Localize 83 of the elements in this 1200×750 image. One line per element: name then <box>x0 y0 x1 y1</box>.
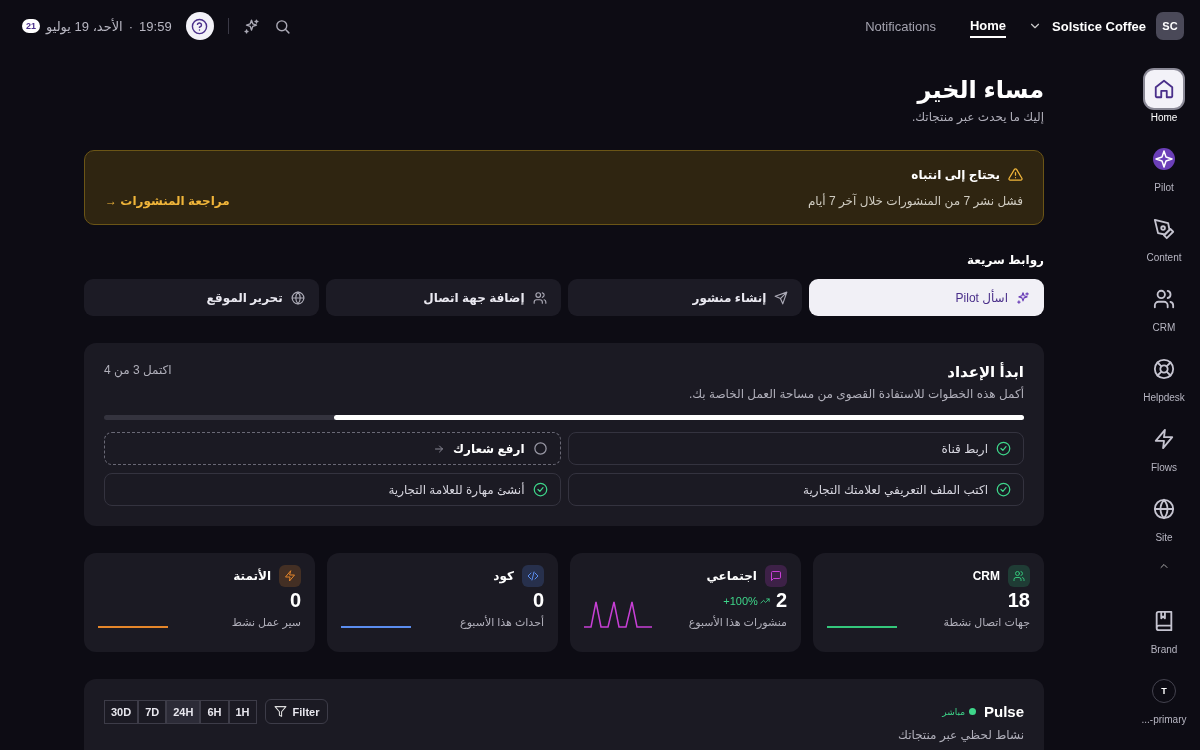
pen-icon <box>1153 218 1175 240</box>
check-circle-icon <box>532 482 548 497</box>
stat-caption: منشورات هذا الأسبوع <box>688 616 787 629</box>
pulse-title: Pulse <box>983 703 1024 720</box>
help-icon <box>191 17 209 35</box>
stat-value: 2 <box>775 589 787 612</box>
arrow-right-icon <box>433 442 446 455</box>
lifebuoy-icon <box>1153 358 1175 380</box>
quick-link-button[interactable]: تحرير الموقع <box>84 279 319 316</box>
clock-date: الأحد، 19 يوليو <box>46 18 123 34</box>
stat-caption: سير عمل نشط <box>231 616 301 629</box>
workspace-name[interactable]: Solstice Coffee <box>1052 18 1146 34</box>
pulse-subtitle: نشاط لحظي عبر منتجاتك <box>897 728 1024 742</box>
book-icon <box>1153 610 1175 632</box>
trend-up-icon <box>759 595 770 606</box>
setup-step[interactable]: أنشئ مهارة للعلامة التجارية <box>104 473 561 506</box>
range-button[interactable]: 7D <box>138 699 167 724</box>
globe-icon <box>290 290 305 305</box>
setup-step[interactable]: اربط قناة <box>567 432 1024 465</box>
range-button[interactable]: 6H <box>200 699 229 724</box>
compass-star-icon <box>1152 147 1176 171</box>
sidebar-item[interactable]: CRM <box>1145 280 1183 350</box>
stat-caption: جهات اتصال نشطة <box>943 616 1030 629</box>
nav-tab[interactable]: Notifications <box>865 15 936 37</box>
people-icon <box>1013 570 1025 582</box>
lightning-icon <box>1153 428 1175 450</box>
stat-value: 0 <box>532 589 544 612</box>
nav-tab[interactable]: Home <box>969 14 1007 38</box>
sidebar-item[interactable]: Site <box>1145 490 1183 560</box>
progress-count: اكتمل 3 من 4 <box>104 363 172 377</box>
people-icon <box>1153 288 1175 310</box>
sidebar-item[interactable]: Pilot <box>1145 140 1183 210</box>
stat-title: CRM <box>972 569 1000 583</box>
alert-title: يحتاج إلى انتباه <box>911 167 1000 182</box>
stat-title: الأتمتة <box>233 569 271 583</box>
setup-step[interactable]: ارفع شعارك <box>104 432 561 465</box>
message-icon <box>770 570 782 582</box>
check-circle-icon <box>996 482 1011 497</box>
people-icon <box>532 290 547 305</box>
range-button[interactable]: 24H <box>166 699 201 724</box>
page-title: مساء الخير <box>915 76 1044 104</box>
code-icon <box>527 570 539 582</box>
section-title: روابط سريعة <box>966 253 1044 267</box>
stat-title: اجتماعي <box>706 569 757 583</box>
warning-icon <box>1008 167 1023 182</box>
send-icon <box>774 290 789 305</box>
range-button[interactable]: 1H <box>228 699 257 724</box>
alert-text: فشل نشر 7 من المنشورات خلال آخر 7 أيام <box>807 194 1023 208</box>
page-subtitle: إليك ما يحدث عبر منتجاتك. <box>910 110 1044 124</box>
clock-time: 19:59 <box>139 18 172 34</box>
change-label: +100% <box>723 594 770 607</box>
live-indicator: مباشر <box>942 706 976 717</box>
sparkles-icon <box>1016 290 1030 305</box>
sidebar-item[interactable]: T ...-primary <box>1141 672 1187 742</box>
sidebar-item[interactable]: Flows <box>1145 420 1183 490</box>
lightning-icon <box>284 570 296 582</box>
home-icon <box>1153 78 1175 100</box>
avatar[interactable]: SC <box>1156 12 1184 40</box>
sidebar-item[interactable]: Brand <box>1145 602 1183 672</box>
help-button[interactable] <box>185 12 214 40</box>
search-icon[interactable] <box>273 17 291 35</box>
review-link[interactable]: مراجعة المنشورات → <box>105 194 230 208</box>
globe-icon <box>1153 498 1175 520</box>
quick-link-button[interactable]: إنشاء منشور <box>567 279 803 316</box>
stat-value: 18 <box>1007 589 1030 612</box>
setup-step[interactable]: اكتب الملف التعريفي لعلامتك التجارية <box>567 473 1024 506</box>
sidebar-item[interactable]: Helpdesk <box>1143 350 1185 420</box>
card-title: ابدأ الإعداد <box>946 363 1024 381</box>
quick-link-button[interactable]: إضافة جهة اتصال <box>325 279 561 316</box>
filter-icon <box>273 705 287 718</box>
check-circle-icon <box>996 441 1011 456</box>
stat-title: كود <box>493 569 514 583</box>
sidebar-item[interactable]: Content <box>1145 210 1183 280</box>
stat-value: 0 <box>289 589 301 612</box>
date-badge: 21 <box>22 19 40 33</box>
circle-icon <box>532 441 548 456</box>
filter-button[interactable]: Filter <box>264 699 329 724</box>
separator-dot: · <box>128 18 134 34</box>
card-subtitle: أكمل هذه الخطوات للاستفادة القصوى من مساحة العمل الخاصة بك. <box>688 387 1024 401</box>
quick-link-button[interactable]: اسأل Pilot <box>809 279 1044 316</box>
range-button[interactable]: 30D <box>104 699 139 724</box>
stat-caption: أحداث هذا الأسبوع <box>460 616 544 629</box>
sparkles-icon[interactable] <box>242 17 260 35</box>
